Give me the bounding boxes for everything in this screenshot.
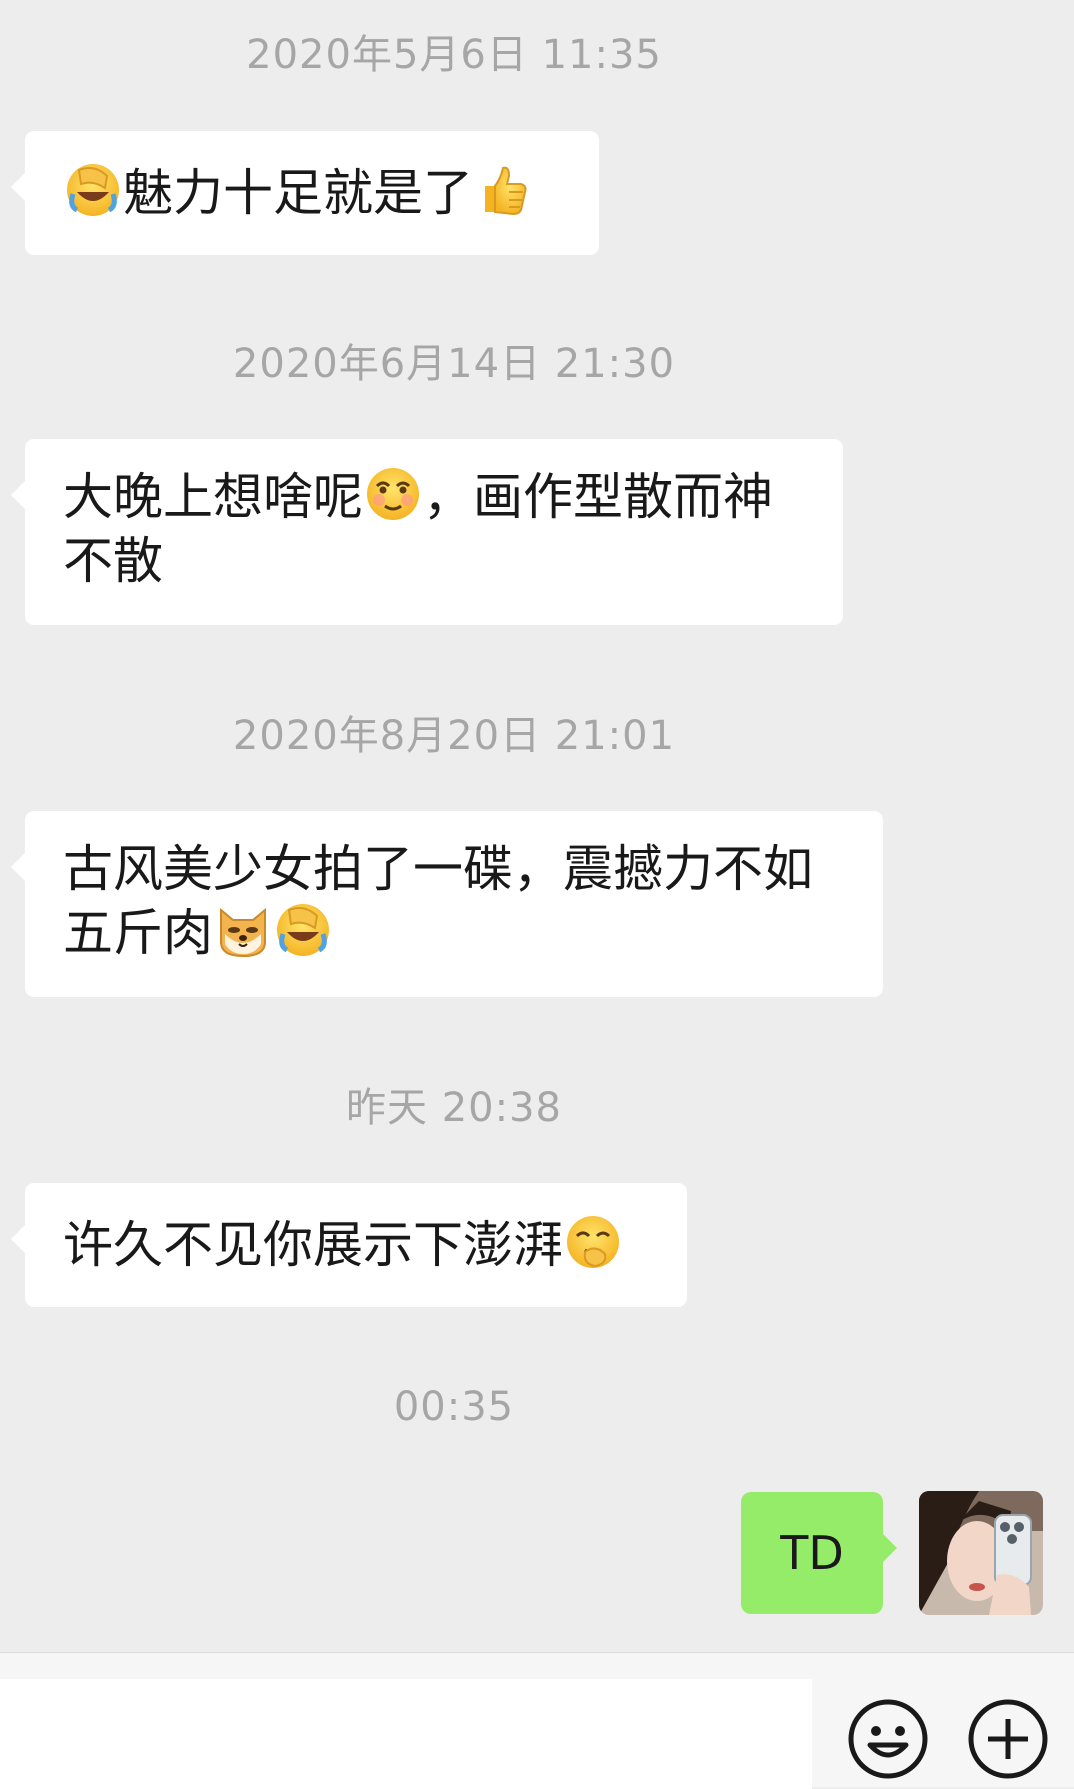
message-text: TD <box>780 1526 844 1580</box>
timestamp: 2020年6月14日 21:30 <box>232 341 676 387</box>
thinking-giggle-emoji-icon <box>567 1216 619 1268</box>
profile-photo-icon <box>919 1491 1043 1615</box>
message-text: 魅力十足就是了 <box>123 164 473 222</box>
facepalm-laugh-emoji-icon <box>277 904 329 956</box>
message-line: 不散 <box>63 529 805 593</box>
incoming-message-bubble[interactable]: 许久不见你展示下澎湃 <box>11 1183 687 1307</box>
incoming-message-bubble[interactable]: 魅力十足就是了 <box>11 131 599 255</box>
message-input[interactable] <box>0 1679 812 1789</box>
message-text: 不散 <box>63 532 163 590</box>
message-line: 古风美少女拍了一碟，震撼力不如 <box>63 837 845 901</box>
outgoing-message-bubble[interactable]: TD <box>741 1492 897 1614</box>
plus-circle-icon[interactable] <box>966 1697 1050 1781</box>
smirk-face-emoji-icon <box>367 468 419 520</box>
input-bar <box>0 1652 1074 1789</box>
smiley-icon[interactable] <box>846 1697 930 1781</box>
doge-emoji-icon <box>220 907 266 958</box>
message-text: 许久不见你展示下澎湃 <box>63 1216 563 1274</box>
message-line: 大晚上想啥呢 ，画作型散而神 <box>63 465 805 529</box>
avatar[interactable] <box>919 1491 1043 1615</box>
incoming-message-bubble[interactable]: 古风美少女拍了一碟，震撼力不如 五斤肉 <box>11 811 883 997</box>
timestamp: 00:35 <box>393 1384 515 1430</box>
message-text: 大晚上想啥呢 <box>63 468 363 526</box>
chat-area: 2020年5月6日 11:35 魅力十足就是了 2020年6月14日 21:30… <box>0 0 1074 1650</box>
facepalm-laugh-emoji-icon <box>67 164 119 216</box>
message-line: 五斤肉 <box>63 901 845 965</box>
message-text: 五斤肉 <box>63 904 213 962</box>
message-text: 古风美少女拍了一碟，震撼力不如 <box>63 840 813 898</box>
incoming-message-bubble[interactable]: 大晚上想啥呢 ，画作型散而神 不散 <box>11 439 843 625</box>
timestamp: 2020年5月6日 11:35 <box>246 32 662 78</box>
thumbs-up-emoji-icon <box>485 166 527 216</box>
timestamp: 昨天 20:38 <box>346 1085 562 1131</box>
timestamp: 2020年8月20日 21:01 <box>232 713 676 759</box>
message-text: ，画作型散而神 <box>423 468 773 526</box>
